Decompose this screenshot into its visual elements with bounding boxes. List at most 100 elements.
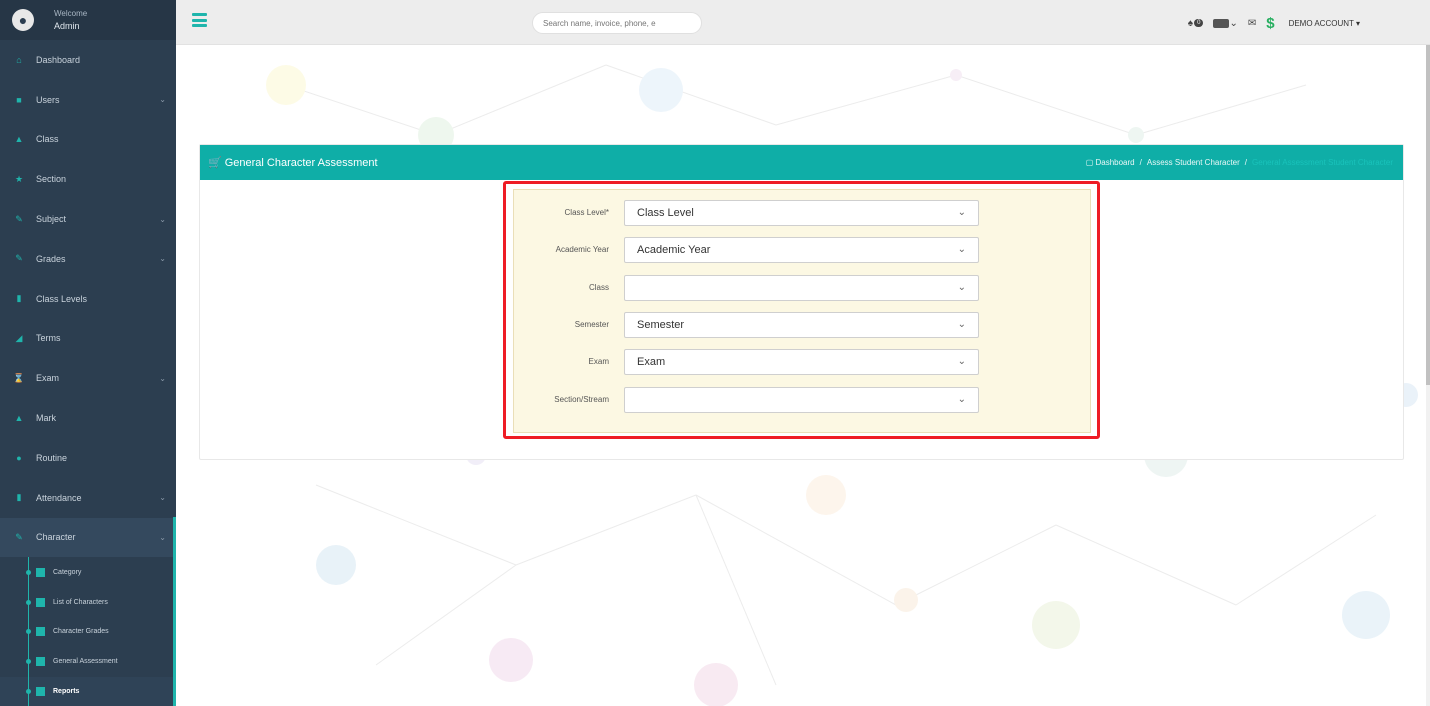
dollar-icon[interactable]: $ (1266, 15, 1274, 32)
list-icon (36, 567, 45, 577)
sidebar-item-label: Routine (36, 452, 68, 463)
class-label: Class (588, 283, 609, 292)
cart-icon: 🛒 (208, 157, 222, 169)
sidebar-item-class-levels[interactable]: ▮ Class Levels (0, 279, 176, 319)
active-menu-accent (173, 517, 176, 706)
list-icon (36, 597, 45, 607)
hourglass-icon: ⌛ (13, 372, 25, 383)
sidebar-item-label: Mark (36, 413, 56, 424)
select-value: Exam (637, 356, 666, 368)
topbar: ♠0 ⌄ ✉ $ DEMO ACCOUNT ▾ (176, 0, 1430, 45)
sidebar-item-label: Class Levels (36, 293, 88, 304)
submenu-tree-line (28, 557, 29, 706)
level-icon: ▮ (16, 293, 22, 304)
section-stream-label: Section/Stream (554, 395, 609, 404)
sidebar-subitem-reports[interactable]: Reports (0, 676, 176, 706)
sidebar-item-section[interactable]: ★ Section (0, 159, 176, 199)
sidebar-item-character[interactable]: ✎ Character ⌄ (0, 517, 176, 558)
select-value: Class Level (637, 207, 694, 219)
academic-year-select[interactable]: Academic Year ⌄ (624, 237, 979, 263)
sidebar-item-exam[interactable]: ⌛ Exam ⌄ (0, 358, 176, 398)
sidebar-item-users[interactable]: ■ Users ⌄ (0, 80, 176, 120)
sidebar-item-label: Attendance (36, 492, 82, 503)
chevron-down-icon: ⌄ (159, 95, 166, 105)
sidebar-item-dashboard[interactable]: ⌂ Dashboard (0, 40, 176, 80)
account-menu[interactable]: DEMO ACCOUNT ▾ (1289, 19, 1360, 28)
form-row-class: Class ⌄ (514, 275, 1092, 301)
form-row-academic-year: Academic Year Academic Year ⌄ (514, 237, 1092, 263)
chevron-down-icon: ⌄ (159, 493, 166, 503)
sidebar-subitem-label: Category (53, 568, 82, 576)
semester-select[interactable]: Semester ⌄ (624, 312, 979, 338)
form-row-exam: Exam Exam ⌄ (514, 349, 1092, 375)
sidebar-subitem-category[interactable]: Category (0, 557, 176, 587)
chevron-down-icon: ⌄ (957, 244, 966, 255)
chevron-down-icon: ⌄ (159, 214, 166, 224)
avatar[interactable]: ● (12, 9, 34, 31)
welcome-block: Welcome Admin (54, 8, 87, 32)
sidebar: ● Welcome Admin ⌂ Dashboard ■ Users ⌄ ▲ Clas… (0, 0, 176, 706)
sidebar-item-label: Class (36, 134, 59, 145)
edit-icon: ✎ (15, 531, 23, 542)
chevron-down-icon: ⌄ (957, 207, 966, 218)
academic-year-label: Academic Year (555, 245, 609, 254)
chevron-down-icon: ⌄ (159, 254, 166, 264)
search-input[interactable] (532, 12, 702, 34)
form-row-section-stream: Section/Stream ⌄ (514, 387, 1092, 413)
section-stream-select[interactable]: ⌄ (624, 387, 979, 413)
form-row-semester: Semester Semester ⌄ (514, 312, 1092, 338)
list-icon (36, 627, 45, 637)
user-name: Admin (54, 21, 80, 31)
sidebar-item-class[interactable]: ▲ Class (0, 120, 176, 160)
sidebar-item-subject[interactable]: ✎ Subject ⌄ (0, 199, 176, 239)
page-scrollbar-thumb[interactable] (1426, 45, 1430, 385)
mail-icon[interactable]: ✉ (1248, 18, 1256, 29)
laptop-icon: ▢ (1085, 158, 1096, 167)
sidebar-subitem-character-grades[interactable]: Character Grades (0, 617, 176, 647)
exam-label: Exam (588, 357, 609, 366)
sidebar-item-label: Character (36, 532, 76, 543)
sidebar-item-mark[interactable]: ▲ Mark (0, 398, 176, 438)
sidebar-item-terms[interactable]: ◢ Terms (0, 319, 176, 359)
cart-icon (36, 657, 45, 667)
chart-icon: ◢ (15, 332, 23, 343)
breadcrumb-separator: / (1139, 158, 1142, 167)
filter-form: Class Level* Class Level ⌄ Academic Year … (513, 189, 1091, 433)
chevron-down-icon: ⌄ (957, 394, 966, 405)
edit-icon: ✎ (15, 213, 23, 224)
form-row-class-level: Class Level* Class Level ⌄ (514, 200, 1092, 226)
language-flag-icon[interactable]: ⌄ (1213, 18, 1238, 29)
exam-select[interactable]: Exam ⌄ (624, 349, 979, 375)
breadcrumb: ▢ Dashboard / Assess Student Character /… (1086, 145, 1393, 180)
star-icon: ★ (14, 173, 24, 184)
breadcrumb-assess-student-character[interactable]: Assess Student Character (1147, 158, 1240, 167)
chevron-down-icon: ⌄ (957, 356, 966, 367)
sidebar-item-label: Dashboard (36, 54, 81, 65)
sidebar-subitem-label: List of Characters (53, 598, 108, 606)
file-icon (36, 686, 45, 696)
home-icon: ⌂ (16, 54, 22, 65)
page-title-text: General Character Assessment (224, 156, 378, 169)
sidebar-item-routine[interactable]: ● Routine (0, 438, 176, 478)
class-level-select[interactable]: Class Level ⌄ (624, 200, 979, 226)
chevron-up-icon: ⌄ (159, 532, 166, 542)
breadcrumb-dashboard[interactable]: Dashboard (1095, 158, 1134, 167)
sidebar-item-grades[interactable]: ✎ Grades ⌄ (0, 239, 176, 279)
sidebar-item-attendance[interactable]: ▮ Attendance ⌄ (0, 478, 176, 518)
sidebar-subitem-general-assessment[interactable]: General Assessment (0, 647, 176, 677)
sidebar-item-label: Terms (36, 333, 61, 344)
sidebar-subitem-label: Reports (53, 687, 80, 695)
panel-header: 🛒 General Character Assessment ▢ Dashboa… (200, 145, 1403, 180)
class-select[interactable]: ⌄ (624, 275, 979, 301)
breadcrumb-separator: / (1244, 158, 1248, 167)
menu-toggle-icon[interactable] (192, 13, 207, 27)
topbar-icons: ♠ 0 ⌄ ✉ $ DEMO ACCOUNT ▾ (1188, 12, 1360, 34)
semester-label: Semester (574, 320, 609, 329)
sidebar-subitem-label: General Assessment (53, 658, 118, 666)
sidebar-subitem-list-of-characters[interactable]: List of Characters (0, 587, 176, 617)
notifications-icon[interactable]: ♠ 0 (1188, 18, 1204, 29)
sidebar-item-label: Users (36, 94, 60, 105)
sidebar-header: ● Welcome Admin (0, 0, 176, 40)
notification-badge: 0 (1194, 19, 1204, 27)
class-level-label: Class Level* (564, 208, 609, 217)
